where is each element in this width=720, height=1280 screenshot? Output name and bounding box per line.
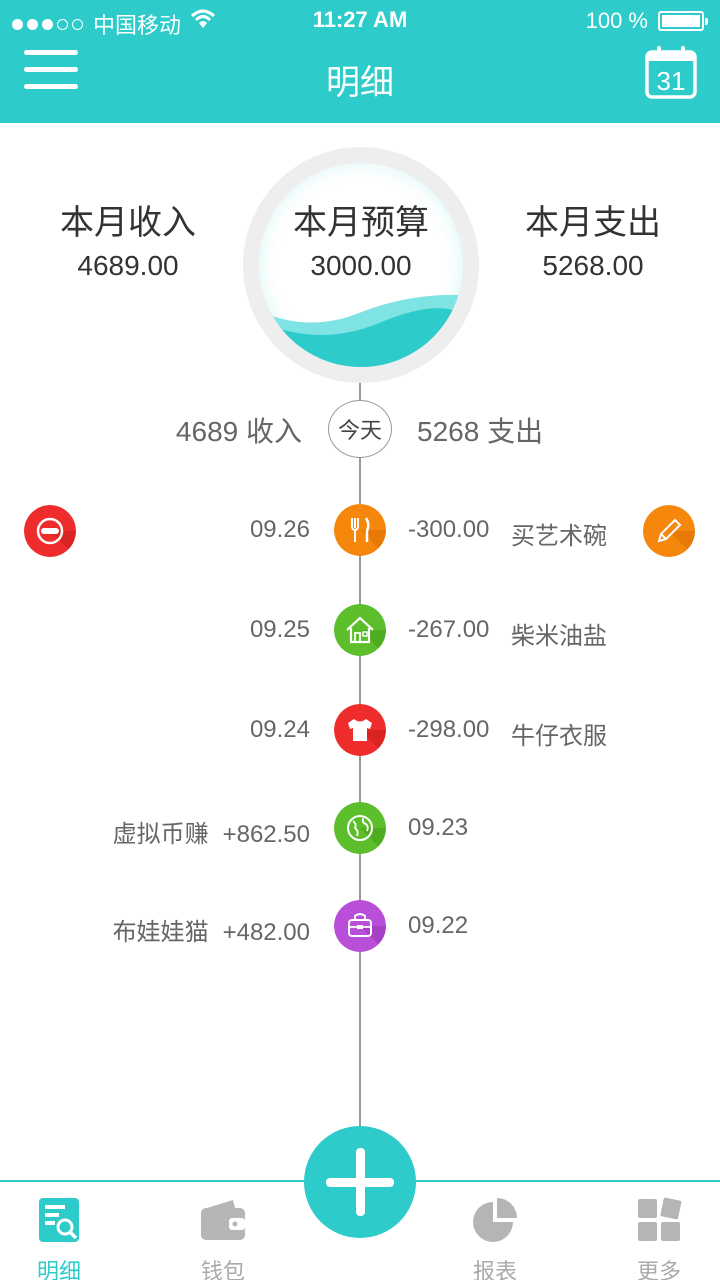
timeline-entry[interactable]: 虚拟币赚 +862.50 09.23	[0, 802, 720, 856]
timeline-entry[interactable]: 09.25 -267.00 柴米油盐	[0, 604, 720, 658]
entry-date: 09.25	[249, 616, 310, 643]
more-grid-icon	[638, 1197, 682, 1241]
today-label: 今天	[337, 418, 382, 443]
entry-amount: -300.00	[408, 516, 490, 543]
tab-report[interactable]: 报表	[450, 1196, 540, 1280]
income-summary: 本月收入 4689.00	[13, 200, 243, 286]
entry-amount: -267.00	[408, 616, 490, 643]
expense-summary: 本月支出 5268.00	[478, 200, 708, 286]
entry-left-group: 虚拟币赚 +862.50	[113, 814, 310, 849]
tab-label: 更多	[636, 1259, 681, 1280]
entry-amount: +862.50	[222, 821, 310, 848]
entry-amount: +482.00	[222, 919, 310, 946]
battery-icon	[658, 11, 708, 31]
timeline-entry[interactable]: 09.26 -300.00 买艺术碗	[0, 504, 720, 558]
timeline-entry[interactable]: 布娃娃猫 +482.00 09.22	[0, 900, 720, 954]
calendar-day: 31	[657, 66, 686, 96]
tab-detail[interactable]: 明细	[14, 1196, 104, 1280]
delete-icon[interactable]	[24, 505, 76, 557]
entry-name: 柴米油盐	[511, 623, 607, 650]
timeline-entry[interactable]: 09.24 -298.00 牛仔衣服	[0, 704, 720, 758]
today-expense: 5268 支出	[417, 416, 544, 447]
entry-date: 09.23	[408, 814, 469, 841]
tab-label: 明细	[36, 1259, 81, 1280]
entry-name: 虚拟币赚	[112, 821, 209, 848]
detail-search-icon	[39, 1198, 79, 1242]
entry-amount: -298.00	[408, 716, 490, 743]
status-bar: 中国移动 11:27 AM 100 %	[0, 0, 720, 40]
calendar-icon[interactable]: 31	[644, 44, 698, 100]
income-label: 本月收入	[60, 204, 196, 242]
today-row: 4689 收入 今天 5268 支出	[0, 400, 720, 458]
tab-wallet[interactable]: 钱包	[178, 1196, 268, 1280]
tab-label: 报表	[472, 1259, 517, 1280]
add-record-button[interactable]	[304, 1126, 416, 1238]
entry-left-group: 布娃娃猫 +482.00	[113, 912, 310, 947]
page-title: 明细	[326, 64, 394, 102]
dining-icon[interactable]	[334, 504, 386, 556]
budget-value: 3000.00	[310, 250, 412, 281]
battery-percent: 100 %	[585, 8, 648, 33]
app-root: 中国移动 11:27 AM 100 % 明细 31 本月收入 4689.00 本…	[0, 0, 720, 1280]
tshirt-icon[interactable]	[334, 704, 386, 756]
header-bar: 中国移动 11:27 AM 100 % 明细 31	[0, 0, 720, 123]
expense-label: 本月支出	[525, 204, 661, 242]
entry-name: 买艺术碗	[511, 523, 607, 550]
tab-label: 钱包	[200, 1259, 245, 1280]
tab-more[interactable]: 更多	[614, 1196, 704, 1280]
budget-summary: 本月预算 3000.00	[246, 200, 476, 286]
pencil-icon[interactable]	[643, 505, 695, 557]
expense-value: 5268.00	[542, 250, 644, 281]
bag-icon[interactable]	[334, 900, 386, 952]
wallet-icon	[201, 1200, 245, 1240]
entry-date: 09.26	[249, 516, 310, 543]
pie-chart-icon	[473, 1198, 517, 1242]
globe-icon[interactable]	[334, 802, 386, 854]
home-icon[interactable]	[334, 604, 386, 656]
today-marker[interactable]: 今天	[328, 400, 392, 458]
budget-label: 本月预算	[293, 204, 429, 242]
entry-date: 09.22	[408, 912, 469, 939]
income-value: 4689.00	[77, 250, 179, 281]
entry-name: 牛仔衣服	[511, 723, 607, 750]
entry-date: 09.24	[249, 716, 310, 743]
today-income: 4689 收入	[175, 416, 302, 447]
entry-name: 布娃娃猫	[112, 919, 209, 946]
